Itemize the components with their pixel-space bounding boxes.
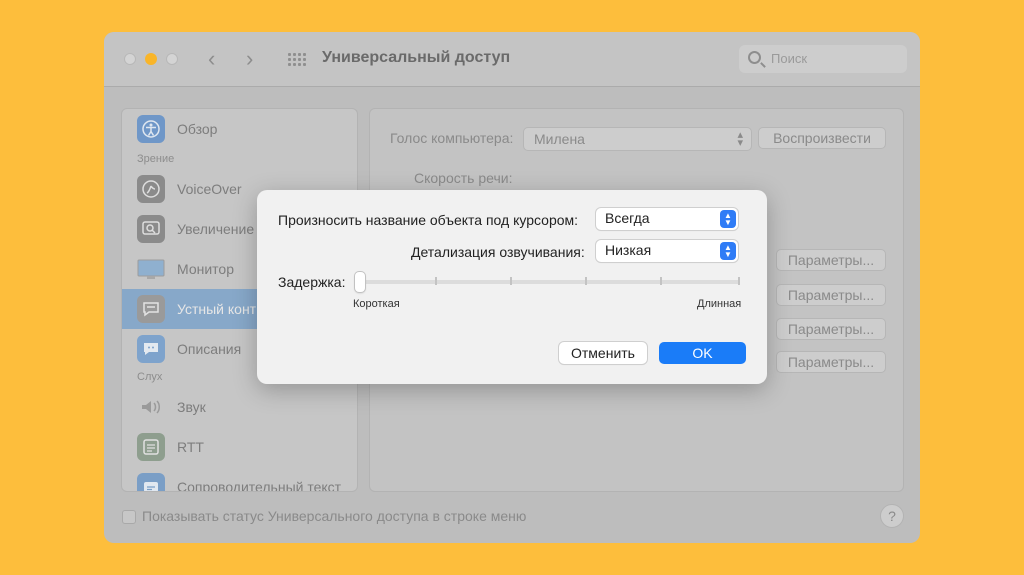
window-title: Универсальный доступ [322,49,511,66]
minimize-window-button[interactable] [145,53,157,65]
sidebar-item-captions[interactable]: Сопроводительный текст [122,467,357,492]
spoken-content-icon [137,295,165,323]
back-arrow-icon[interactable]: ‹ [208,46,215,72]
announce-value: Всегда [605,210,650,226]
delay-max-label: Длинная [697,298,742,310]
slider-tick [435,277,437,285]
announce-select[interactable]: Всегда ▲ ▼ [596,208,738,230]
sidebar-item-label: Устный конт [177,301,257,317]
help-button[interactable]: ? [880,504,904,528]
descriptions-icon [137,335,165,363]
accessibility-icon [137,115,165,143]
delay-min-label: Короткая [353,298,400,310]
captions-icon [137,473,165,491]
sidebar-section-hearing: Слух [137,371,163,383]
hover-options-dialog: Произносить название объекта под курсоро… [257,190,767,384]
sidebar-item-label: Монитор [177,261,234,277]
slider-tick [585,277,587,285]
forward-arrow-icon[interactable]: › [246,46,253,72]
ok-button[interactable]: OK [659,342,746,364]
options-button-2[interactable]: Параметры... [776,284,886,306]
sidebar-item-label: Увеличение [177,221,255,237]
cancel-button[interactable]: Отменить [559,342,647,364]
sidebar-item-audio[interactable]: Звук [122,387,357,427]
voice-label: Голос компьютера: [390,130,514,146]
sidebar-item-label: Обзор [177,121,218,137]
verbosity-label: Детализация озвучивания: [411,244,585,260]
slider-tick [660,277,662,285]
chevron-updown-icon: ▲ ▼ [720,242,736,260]
delay-label: Задержка: [278,274,346,290]
sidebar-item-label: Описания [177,341,242,357]
slider-tick [738,277,740,285]
announce-label: Произносить название объекта под курсоро… [278,212,579,228]
rtt-icon [137,433,165,461]
play-button[interactable]: Воспроизвести [758,127,886,149]
sidebar-item-rtt[interactable]: RTT [122,427,357,467]
options-button-1[interactable]: Параметры... [776,249,886,271]
display-icon [137,255,165,283]
title-bar: ‹ › Универсальный доступ Поиск [104,32,920,87]
options-button-4[interactable]: Параметры... [776,351,886,373]
slider-tick [510,277,512,285]
search-icon [748,51,761,64]
show-all-grid-icon[interactable] [288,53,306,67]
search-field[interactable]: Поиск [739,45,907,73]
show-status-label: Показывать статус Универсального доступа… [142,508,527,524]
voice-select[interactable]: Милена ▴ ▾ [523,127,752,151]
verbosity-select[interactable]: Низкая ▲ ▼ [596,240,738,262]
search-placeholder: Поиск [771,51,808,66]
voiceover-icon [137,175,165,203]
sidebar-section-vision: Зрение [137,153,175,165]
speech-rate-label: Скорость речи: [414,170,513,186]
show-status-checkbox[interactable] [122,510,136,524]
close-window-button[interactable] [124,53,136,65]
zoom-window-button[interactable] [166,53,178,65]
verbosity-value: Низкая [605,242,652,258]
chevron-updown-icon: ▴ ▾ [737,129,743,149]
voice-value: Милена [534,131,585,147]
sidebar-item-label: Сопроводительный текст [177,479,342,492]
audio-icon [137,393,165,421]
delay-slider-track[interactable] [360,280,740,284]
chevron-updown-icon: ▲ ▼ [720,210,736,228]
sidebar-item-label: RTT [177,439,204,455]
sidebar-item-label: Звук [177,399,206,415]
sidebar-item-label: VoiceOver [177,181,242,197]
options-button-3[interactable]: Параметры... [776,318,886,340]
zoom-icon [137,215,165,243]
delay-slider-knob[interactable] [355,272,365,292]
sidebar-item-overview[interactable]: Обзор [122,109,357,149]
